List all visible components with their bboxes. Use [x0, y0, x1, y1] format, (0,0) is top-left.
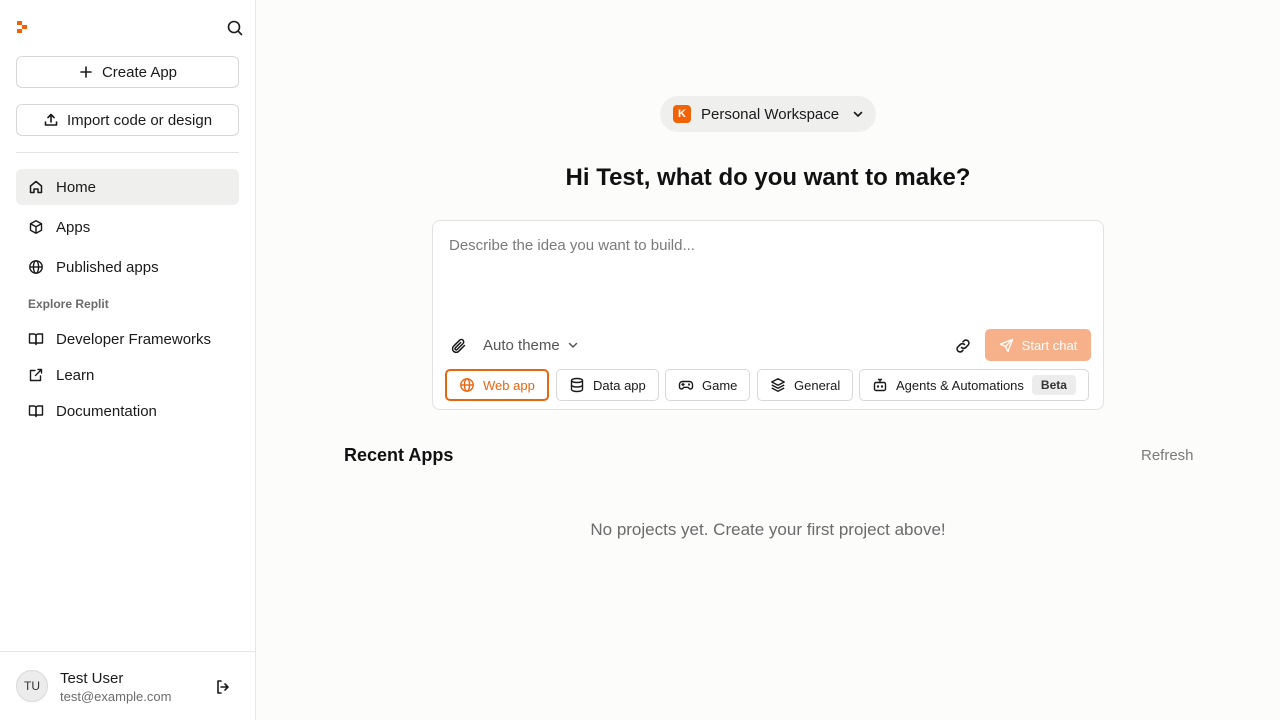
- start-chat-label: Start chat: [1021, 337, 1078, 353]
- database-icon: [569, 377, 585, 393]
- home-icon: [28, 179, 44, 195]
- prompt-input[interactable]: [449, 237, 1089, 327]
- sidebar-item-label: Learn: [56, 366, 95, 384]
- logout-icon[interactable]: [214, 678, 232, 696]
- recent-apps-heading: Recent Apps: [344, 445, 454, 465]
- chip-label: Web app: [483, 377, 535, 393]
- start-chat-button[interactable]: Start chat: [985, 329, 1091, 361]
- empty-state-message: No projects yet. Create your first proje…: [590, 520, 946, 539]
- sidebar-item-label: Documentation: [56, 402, 157, 420]
- sidebar-item-label: Apps: [56, 218, 91, 236]
- sidebar-item-developer-frameworks[interactable]: Developer Frameworks: [16, 321, 239, 357]
- chip-label: Game: [702, 377, 738, 393]
- sidebar-item-label: Home: [56, 178, 97, 196]
- import-code-button[interactable]: Import code or design: [16, 104, 239, 136]
- chip-web-app[interactable]: Web app: [445, 369, 549, 401]
- chip-data-app[interactable]: Data app: [556, 369, 659, 401]
- layers-icon: [770, 377, 786, 393]
- chip-agents-automations[interactable]: Agents & Automations Beta: [859, 369, 1089, 401]
- sidebar-divider: [16, 152, 239, 153]
- paperclip-icon[interactable]: [450, 337, 468, 355]
- page-title: Hi Test, what do you want to make?: [565, 164, 971, 191]
- chevron-down-icon: [566, 338, 580, 352]
- link-icon[interactable]: [953, 336, 973, 356]
- sidebar-item-documentation[interactable]: Documentation: [16, 393, 239, 429]
- plus-icon: [78, 64, 94, 80]
- search-icon[interactable]: [225, 18, 245, 38]
- sidebar: Create App Import code or design Home Ap…: [0, 0, 256, 720]
- theme-label: Auto theme: [483, 336, 560, 354]
- sidebar-item-published-apps[interactable]: Published apps: [16, 249, 239, 285]
- prompt-composer: Auto theme Start chat: [432, 220, 1104, 410]
- chip-label: Agents & Automations: [896, 377, 1024, 393]
- user-name: Test User: [60, 670, 124, 687]
- refresh-button[interactable]: Refresh: [1141, 447, 1194, 464]
- user-footer: TU Test User test@example.com: [0, 651, 255, 720]
- theme-select[interactable]: Auto theme: [483, 335, 580, 355]
- user-email: test@example.com: [60, 689, 172, 704]
- sidebar-item-learn[interactable]: Learn: [16, 357, 239, 393]
- bot-icon: [872, 377, 888, 393]
- sidebar-item-home[interactable]: Home: [16, 169, 239, 205]
- workspace-label: Personal Workspace: [701, 105, 840, 123]
- book-icon: [28, 403, 44, 419]
- sidebar-item-label: Developer Frameworks: [56, 330, 212, 348]
- send-icon: [999, 338, 1014, 353]
- external-link-icon: [28, 367, 44, 383]
- beta-badge: Beta: [1031, 375, 1076, 395]
- avatar[interactable]: TU: [16, 670, 48, 702]
- chevron-down-icon: [851, 107, 865, 121]
- sidebar-item-label: Published apps: [56, 258, 159, 276]
- chip-game[interactable]: Game: [665, 369, 751, 401]
- globe-icon: [28, 259, 44, 275]
- workspace-badge: K: [673, 105, 691, 123]
- book-icon: [28, 331, 44, 347]
- package-icon: [28, 219, 44, 235]
- globe-icon: [459, 377, 475, 393]
- create-app-button[interactable]: Create App: [16, 56, 239, 88]
- chip-general[interactable]: General: [757, 369, 854, 401]
- upload-icon: [43, 112, 59, 128]
- explore-section-label: Explore Replit: [28, 297, 109, 311]
- import-code-label: Import code or design: [66, 111, 213, 129]
- chip-label: General: [794, 377, 841, 393]
- replit-logo[interactable]: [17, 21, 29, 35]
- chip-label: Data app: [593, 377, 646, 393]
- workspace-selector[interactable]: K Personal Workspace: [660, 96, 876, 132]
- create-app-label: Create App: [101, 63, 178, 81]
- sidebar-item-apps[interactable]: Apps: [16, 209, 239, 245]
- gamepad-icon: [678, 377, 694, 393]
